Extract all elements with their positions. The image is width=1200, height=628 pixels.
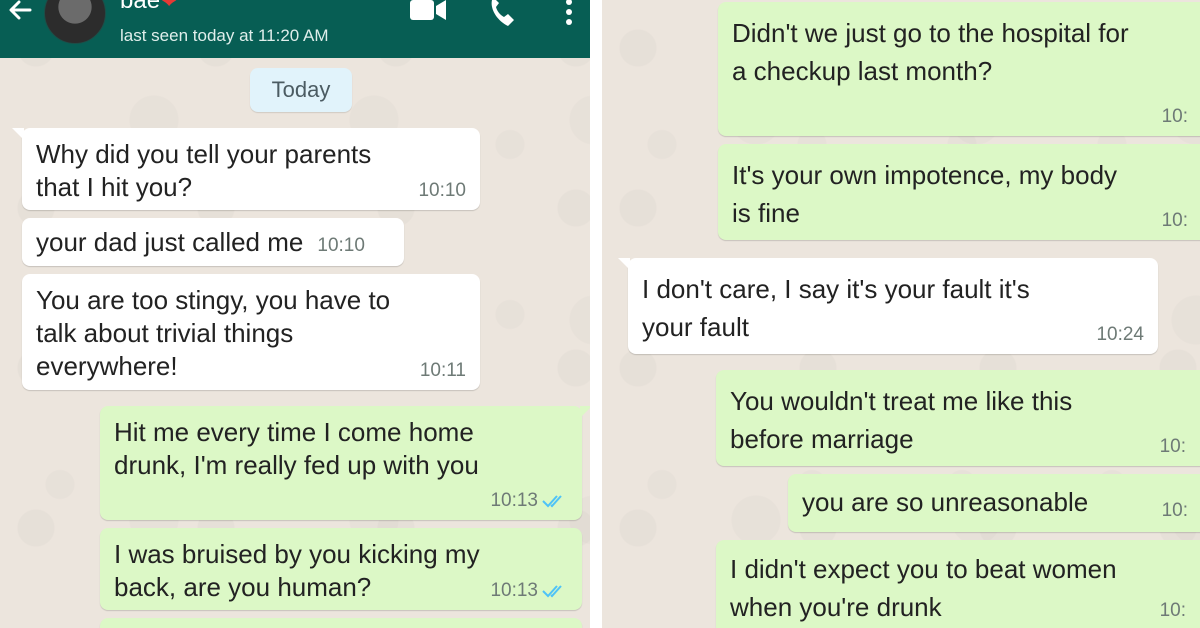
message-time-text: 10:13: [490, 490, 538, 511]
heart-emoji: ❤: [160, 0, 179, 13]
message-time: 10:10: [418, 180, 466, 201]
message-time: 10:13: [490, 580, 568, 602]
message-text: It's your own impotence, my body is fine: [732, 160, 1118, 228]
more-options-icon[interactable]: [562, 0, 576, 26]
right-chat-screenshot: Didn't we just go to the hospital for a …: [602, 0, 1200, 628]
back-arrow-icon[interactable]: [6, 0, 36, 26]
message-text: I don't care, I say it's your fault it's…: [642, 274, 1030, 342]
message-time: 10:: [1159, 600, 1186, 621]
chat-header: bae❤ last seen today at 11:20 AM: [0, 0, 590, 58]
message-bubble-outgoing[interactable]: you are so unreasonable 10:: [788, 474, 1200, 532]
message-bubble-incoming[interactable]: your dad just called me 10:10: [22, 218, 404, 266]
message-time: 10:: [1161, 106, 1188, 127]
message-text: you are so unreasonable: [802, 487, 1089, 517]
message-time: 10:11: [419, 360, 466, 381]
message-time: 10:24: [1096, 324, 1144, 345]
date-separator: Today: [250, 68, 352, 112]
message-bubble-incoming[interactable]: Why did you tell your parents that I hit…: [12, 128, 480, 210]
double-check-icon: [542, 495, 562, 508]
message-bubble-incoming[interactable]: You are too stingy, you have to talk abo…: [22, 274, 480, 390]
message-bubble-outgoing[interactable]: Hit me every time I come home drunk, I'm…: [100, 406, 590, 520]
message-time: 10:10: [317, 235, 365, 256]
message-text: your dad just called me: [36, 227, 304, 257]
message-text: Didn't we just go to the hospital for a …: [732, 18, 1129, 86]
message-text: Hit me every time I come home drunk, I'm…: [114, 417, 479, 480]
message-bubble-outgoing[interactable]: It's your own impotence, my body is fine…: [718, 144, 1200, 240]
message-bubble-outgoing[interactable]: I didn't expect you to beat women when y…: [716, 540, 1200, 628]
video-call-icon[interactable]: [408, 0, 448, 24]
message-time: 10:: [1161, 210, 1188, 231]
contact-name[interactable]: bae❤: [120, 0, 178, 14]
contact-avatar[interactable]: [44, 0, 106, 44]
message-text: You are too stingy, you have to talk abo…: [36, 285, 391, 381]
message-bubble-outgoing[interactable]: I was bruised by you kicking my back, ar…: [100, 528, 582, 610]
phone-icon[interactable]: [486, 0, 520, 30]
message-text: I was bruised by you kicking my back, ar…: [114, 539, 480, 602]
message-bubble-incoming[interactable]: I don't care, I say it's your fault it's…: [618, 258, 1158, 354]
message-time: 10:: [1159, 436, 1186, 457]
message-time-text: 10:13: [490, 580, 538, 601]
last-seen-status: last seen today at 11:20 AM: [120, 26, 329, 45]
message-text: Why did you tell your parents that I hit…: [36, 139, 372, 202]
message-time: 10:13: [490, 490, 568, 512]
message-text: You wouldn't treat me like this before m…: [730, 386, 1073, 454]
message-time: 10:: [1161, 500, 1188, 521]
message-text: I didn't expect you to beat women when y…: [730, 554, 1117, 622]
message-bubble-outgoing[interactable]: You wouldn't treat me like this before m…: [716, 370, 1200, 466]
double-check-icon: [542, 585, 562, 598]
message-bubble-outgoing[interactable]: Didn't we just go to the hospital for a …: [718, 2, 1200, 136]
message-bubble-outgoing-partial[interactable]: [100, 618, 582, 628]
left-chat-screenshot: bae❤ last seen today at 11:20 AM Today W…: [0, 0, 590, 628]
contact-name-text: bae: [120, 0, 161, 14]
